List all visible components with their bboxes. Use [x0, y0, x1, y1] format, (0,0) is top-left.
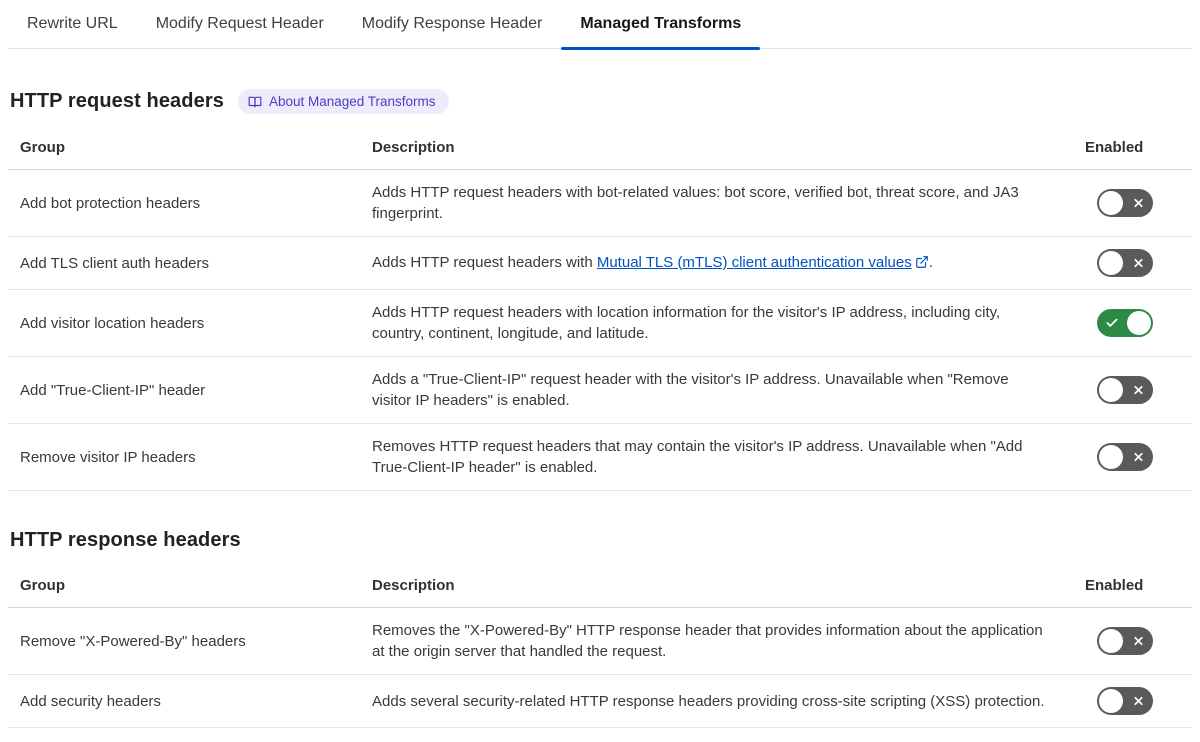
x-icon [1132, 257, 1145, 270]
table-row: Add TLS client auth headers Adds HTTP re… [8, 237, 1192, 290]
toggle-knob [1099, 445, 1123, 469]
group-cell: Add TLS client auth headers [20, 254, 210, 272]
toggle-remove-visitor-ip-headers[interactable] [1097, 443, 1153, 471]
badge-label: About Managed Transforms [268, 94, 436, 109]
toggle-add-tls-client-auth-headers[interactable] [1097, 249, 1153, 277]
response-headers-title: HTTP response headers [10, 529, 241, 551]
toggle-knob [1127, 311, 1151, 335]
response-table-header-row: Group Description Enabled [8, 566, 1192, 608]
description-cell: Adds several security-related HTTP respo… [372, 692, 1045, 710]
x-icon [1132, 384, 1145, 397]
description-cell: Removes the "X-Powered-By" HTTP response… [372, 622, 1043, 660]
table-row: Remove "X-Powered-By" headers Removes th… [8, 608, 1192, 675]
x-icon [1132, 451, 1145, 464]
group-cell: Add bot protection headers [20, 194, 201, 212]
tab-modify-response-header[interactable]: Modify Response Header [343, 0, 562, 48]
group-cell: Remove visitor IP headers [20, 448, 196, 466]
toggle-add-security-headers[interactable] [1097, 687, 1153, 715]
response-headers-table: Group Description Enabled Remove "X-Powe… [8, 566, 1192, 728]
description-cell: Removes HTTP request headers that may co… [372, 438, 1023, 476]
description-cell: Adds HTTP request headers with location … [372, 304, 1001, 342]
request-headers-table: Group Description Enabled Add bot protec… [8, 128, 1192, 491]
request-headers-section-head: HTTP request headers About Managed Trans… [10, 89, 1192, 114]
column-header-description: Description [372, 139, 455, 156]
toggle-knob [1099, 191, 1123, 215]
toggle-add-true-client-ip-header[interactable] [1097, 376, 1153, 404]
x-icon [1132, 197, 1145, 210]
external-link-icon[interactable] [915, 254, 929, 275]
x-icon [1132, 635, 1145, 648]
toggle-add-bot-protection-headers[interactable] [1097, 189, 1153, 217]
group-cell: Add "True-Client-IP" header [20, 381, 206, 399]
toggle-knob [1099, 629, 1123, 653]
book-open-icon [248, 95, 262, 109]
column-header-group: Group [20, 139, 65, 156]
tab-bar: Rewrite URL Modify Request Header Modify… [8, 0, 1192, 50]
check-icon [1105, 316, 1119, 330]
x-icon [1132, 695, 1145, 708]
description-cell: Adds a "True-Client-IP" request header w… [372, 371, 1009, 409]
column-header-enabled: Enabled [1085, 577, 1144, 594]
description-cell: Adds HTTP request headers with bot-relat… [372, 184, 1019, 222]
table-row: Add visitor location headers Adds HTTP r… [8, 290, 1192, 357]
toggle-knob [1099, 689, 1123, 713]
description-text: . [928, 253, 933, 271]
column-header-group: Group [20, 577, 65, 594]
toggle-add-visitor-location-headers[interactable] [1097, 309, 1153, 337]
table-row: Add security headers Adds several securi… [8, 675, 1192, 728]
column-header-description: Description [372, 577, 455, 594]
toggle-knob [1099, 378, 1123, 402]
table-row: Add "True-Client-IP" header Adds a "True… [8, 357, 1192, 424]
managed-transforms-page: Rewrite URL Modify Request Header Modify… [0, 0, 1200, 728]
description-text: Adds HTTP request headers with [372, 253, 597, 271]
tab-modify-request-header[interactable]: Modify Request Header [137, 0, 343, 48]
response-headers-section-head: HTTP response headers [10, 529, 1192, 552]
column-header-enabled: Enabled [1085, 139, 1144, 156]
about-managed-transforms-badge[interactable]: About Managed Transforms [237, 89, 449, 114]
toggle-remove-x-powered-by-headers[interactable] [1097, 627, 1153, 655]
group-cell: Add security headers [20, 692, 161, 710]
group-cell: Remove "X-Powered-By" headers [20, 632, 246, 650]
mtls-docs-link[interactable]: Mutual TLS (mTLS) client authentication … [597, 254, 912, 271]
group-cell: Add visitor location headers [20, 314, 205, 332]
toggle-knob [1099, 251, 1123, 275]
table-row: Add bot protection headers Adds HTTP req… [8, 170, 1192, 237]
table-row: Remove visitor IP headers Removes HTTP r… [8, 424, 1192, 491]
description-cell: Adds HTTP request headers with Mutual TL… [360, 252, 1075, 275]
request-table-header-row: Group Description Enabled [8, 128, 1192, 170]
request-headers-title: HTTP request headers [10, 90, 224, 112]
tab-rewrite-url[interactable]: Rewrite URL [8, 0, 137, 48]
tab-managed-transforms[interactable]: Managed Transforms [561, 0, 761, 50]
